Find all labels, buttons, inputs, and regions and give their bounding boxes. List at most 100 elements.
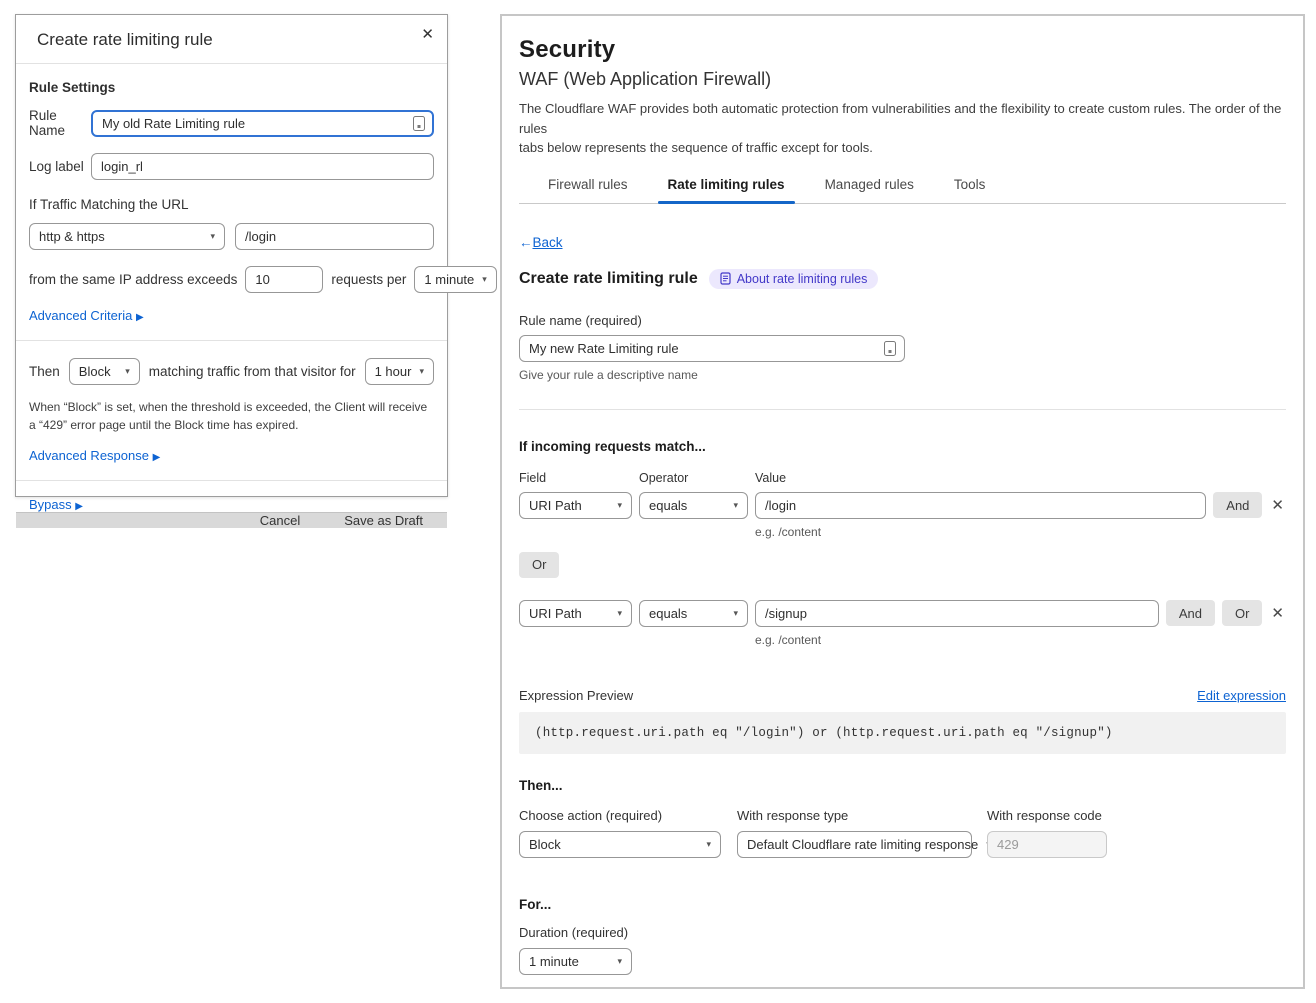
response-code-input bbox=[987, 831, 1107, 858]
requests-input[interactable] bbox=[245, 266, 323, 293]
chevron-down-icon: ▾ bbox=[419, 367, 424, 376]
then-label: Then bbox=[29, 364, 60, 379]
log-label-label: Log label bbox=[29, 159, 91, 174]
section-divider bbox=[16, 340, 447, 341]
section-divider bbox=[16, 480, 447, 481]
operator-select[interactable]: equals ▾ bbox=[639, 600, 748, 627]
arrow-right-icon: ▶ bbox=[136, 312, 144, 323]
block-duration-select[interactable]: 1 hour ▾ bbox=[365, 358, 434, 385]
value-label: Value bbox=[755, 471, 1286, 485]
value-input[interactable] bbox=[755, 492, 1206, 519]
rule-name-input[interactable] bbox=[91, 110, 434, 137]
choose-action-label: Choose action (required) bbox=[519, 808, 737, 823]
modal-body: Rule Settings Rule Name Log label If Tra… bbox=[16, 64, 447, 512]
document-icon bbox=[720, 272, 731, 285]
section-divider bbox=[519, 409, 1286, 410]
expression-preview-label: Expression Preview bbox=[519, 688, 633, 703]
exceeds-text: from the same IP address exceeds bbox=[29, 272, 237, 287]
remove-condition-icon[interactable]: ✕ bbox=[1269, 604, 1286, 622]
log-label-input[interactable] bbox=[91, 153, 434, 180]
url-input[interactable] bbox=[235, 223, 434, 250]
security-waf-panel: Security WAF (Web Application Firewall) … bbox=[500, 14, 1305, 989]
field-select[interactable]: URI Path ▾ bbox=[519, 600, 632, 627]
and-button[interactable]: And bbox=[1213, 492, 1262, 518]
then-section-heading: Then... bbox=[519, 778, 1286, 793]
value-helper: e.g. /content bbox=[755, 525, 1286, 539]
duration-label: Duration (required) bbox=[519, 925, 1286, 940]
then-row: Then Block ▾ matching traffic from that … bbox=[29, 358, 434, 385]
chevron-down-icon: ▾ bbox=[706, 840, 711, 849]
or-button[interactable]: Or bbox=[1222, 600, 1262, 626]
log-label-row: Log label bbox=[29, 153, 434, 180]
page-title: Security bbox=[519, 36, 1286, 64]
chevron-down-icon: ▾ bbox=[482, 275, 487, 284]
advanced-criteria-link[interactable]: Advanced Criteria ▶ bbox=[29, 308, 144, 323]
url-match-row: http & https ▾ bbox=[29, 223, 434, 250]
rule-name-row: Rule Name bbox=[29, 108, 434, 138]
arrow-left-icon: ← bbox=[519, 235, 533, 250]
chevron-down-icon: ▾ bbox=[617, 501, 622, 510]
traffic-matching-heading: If Traffic Matching the URL bbox=[29, 197, 434, 212]
response-code-label: With response code bbox=[987, 808, 1286, 823]
back-link[interactable]: ←Back bbox=[519, 235, 563, 250]
modal-title: Create rate limiting rule bbox=[37, 30, 213, 49]
create-rate-limit-modal: Create rate limiting rule ✕ Rule Setting… bbox=[15, 14, 448, 497]
remove-condition-icon[interactable]: ✕ bbox=[1269, 496, 1286, 514]
chevron-down-icon: ▾ bbox=[733, 609, 738, 618]
value-input[interactable] bbox=[755, 600, 1159, 627]
bypass-link[interactable]: Bypass ▶ bbox=[29, 497, 83, 512]
tab-firewall-rules[interactable]: Firewall rules bbox=[546, 173, 630, 203]
or-connector-button[interactable]: Or bbox=[519, 552, 559, 578]
chevron-down-icon: ▾ bbox=[733, 501, 738, 510]
operator-select[interactable]: equals ▾ bbox=[639, 492, 748, 519]
and-button[interactable]: And bbox=[1166, 600, 1215, 626]
requests-per-text: requests per bbox=[331, 272, 406, 287]
scheme-select[interactable]: http & https ▾ bbox=[29, 223, 225, 250]
operator-label: Operator bbox=[639, 471, 755, 485]
chevron-down-icon: ▾ bbox=[617, 609, 622, 618]
rule-name-helper: Give your rule a descriptive name bbox=[519, 368, 1286, 382]
expression-preview-box: (http.request.uri.path eq "/login") or (… bbox=[519, 712, 1286, 754]
advanced-response-link[interactable]: Advanced Response ▶ bbox=[29, 448, 160, 463]
choose-action-select[interactable]: Block ▾ bbox=[519, 831, 721, 858]
autofill-icon[interactable] bbox=[884, 341, 896, 356]
value-helper: e.g. /content bbox=[755, 633, 1286, 647]
autofill-icon[interactable] bbox=[413, 116, 425, 131]
response-type-label: With response type bbox=[737, 808, 987, 823]
condition-row: URI Path ▾ equals ▾ And ✕ bbox=[519, 492, 1286, 519]
close-icon[interactable]: ✕ bbox=[421, 25, 434, 43]
matching-text: matching traffic from that visitor for bbox=[149, 364, 356, 379]
response-type-select[interactable]: Default Cloudflare rate limiting respons… bbox=[737, 831, 972, 858]
threshold-row: from the same IP address exceeds request… bbox=[29, 266, 434, 293]
modal-footer: Cancel Save as Draft bbox=[16, 512, 447, 528]
arrow-right-icon: ▶ bbox=[75, 501, 83, 512]
condition-row: URI Path ▾ equals ▾ And Or ✕ bbox=[519, 600, 1286, 627]
rule-name-label: Rule name (required) bbox=[519, 313, 1286, 328]
waf-tabs: Firewall rules Rate limiting rules Manag… bbox=[519, 173, 1286, 204]
action-select[interactable]: Block ▾ bbox=[69, 358, 140, 385]
modal-header: Create rate limiting rule ✕ bbox=[16, 15, 447, 63]
period-select[interactable]: 1 minute ▾ bbox=[414, 266, 496, 293]
about-rate-limiting-badge[interactable]: About rate limiting rules bbox=[709, 269, 879, 289]
rule-settings-heading: Rule Settings bbox=[29, 80, 434, 95]
chevron-down-icon: ▾ bbox=[125, 367, 130, 376]
block-note: When “Block” is set, when the threshold … bbox=[29, 398, 434, 434]
duration-select[interactable]: 1 minute ▾ bbox=[519, 948, 632, 975]
cancel-button[interactable]: Cancel bbox=[260, 513, 300, 528]
condition-column-labels: Field Operator Value bbox=[519, 471, 1286, 485]
match-section-heading: If incoming requests match... bbox=[519, 439, 1286, 454]
chevron-down-icon: ▾ bbox=[617, 957, 622, 966]
tab-tools[interactable]: Tools bbox=[952, 173, 988, 203]
tab-rate-limiting-rules[interactable]: Rate limiting rules bbox=[666, 173, 787, 203]
field-label: Field bbox=[519, 471, 639, 485]
field-select[interactable]: URI Path ▾ bbox=[519, 492, 632, 519]
rule-name-input[interactable] bbox=[519, 335, 905, 362]
for-section-heading: For... bbox=[519, 897, 1286, 912]
edit-expression-link[interactable]: Edit expression bbox=[1197, 688, 1286, 703]
create-rule-heading: Create rate limiting rule bbox=[519, 270, 698, 288]
page-description: The Cloudflare WAF provides both automat… bbox=[519, 99, 1286, 158]
tab-managed-rules[interactable]: Managed rules bbox=[823, 173, 916, 203]
rule-name-label: Rule Name bbox=[29, 108, 91, 138]
arrow-right-icon: ▶ bbox=[153, 452, 161, 463]
save-as-draft-button[interactable]: Save as Draft bbox=[344, 513, 423, 528]
